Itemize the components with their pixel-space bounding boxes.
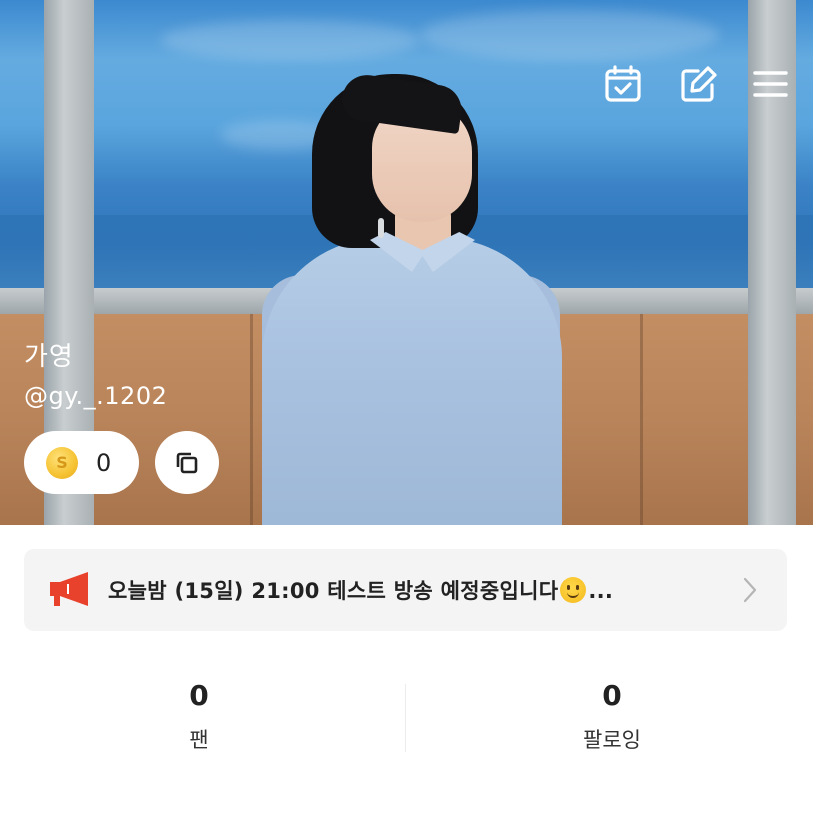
smile-emoji-icon: [560, 577, 587, 603]
fans-stat[interactable]: 0 팬: [99, 676, 299, 754]
notice-text: 오늘밤 (15일) 21:00 테스트 방송 예정중입니다: [108, 579, 559, 603]
notice-ellipsis: ...: [588, 579, 614, 603]
following-count: 0: [602, 679, 622, 712]
stats-divider: [405, 684, 406, 752]
calendar-check-icon[interactable]: [601, 62, 645, 106]
coin-count: 0: [96, 448, 112, 477]
edit-icon[interactable]: [676, 62, 720, 106]
following-label: 팔로잉: [583, 728, 641, 752]
copy-icon: [176, 452, 198, 473]
profile-handle: @gy._.1202: [24, 382, 168, 410]
profile-name: 가영: [24, 342, 74, 372]
notice-banner[interactable]: 오늘밤 (15일) 21:00 테스트 방송 예정중입니다...: [24, 549, 787, 631]
following-stat[interactable]: 0 팔로잉: [512, 676, 712, 754]
megaphone-icon: [50, 572, 88, 606]
copy-button[interactable]: [155, 431, 219, 494]
fans-label: 팬: [189, 728, 209, 752]
coin-icon: S: [46, 446, 78, 479]
chevron-right-icon: [743, 577, 757, 603]
fans-count: 0: [189, 679, 209, 712]
coin-balance-button[interactable]: S 0: [24, 431, 139, 494]
menu-icon[interactable]: [748, 62, 792, 106]
